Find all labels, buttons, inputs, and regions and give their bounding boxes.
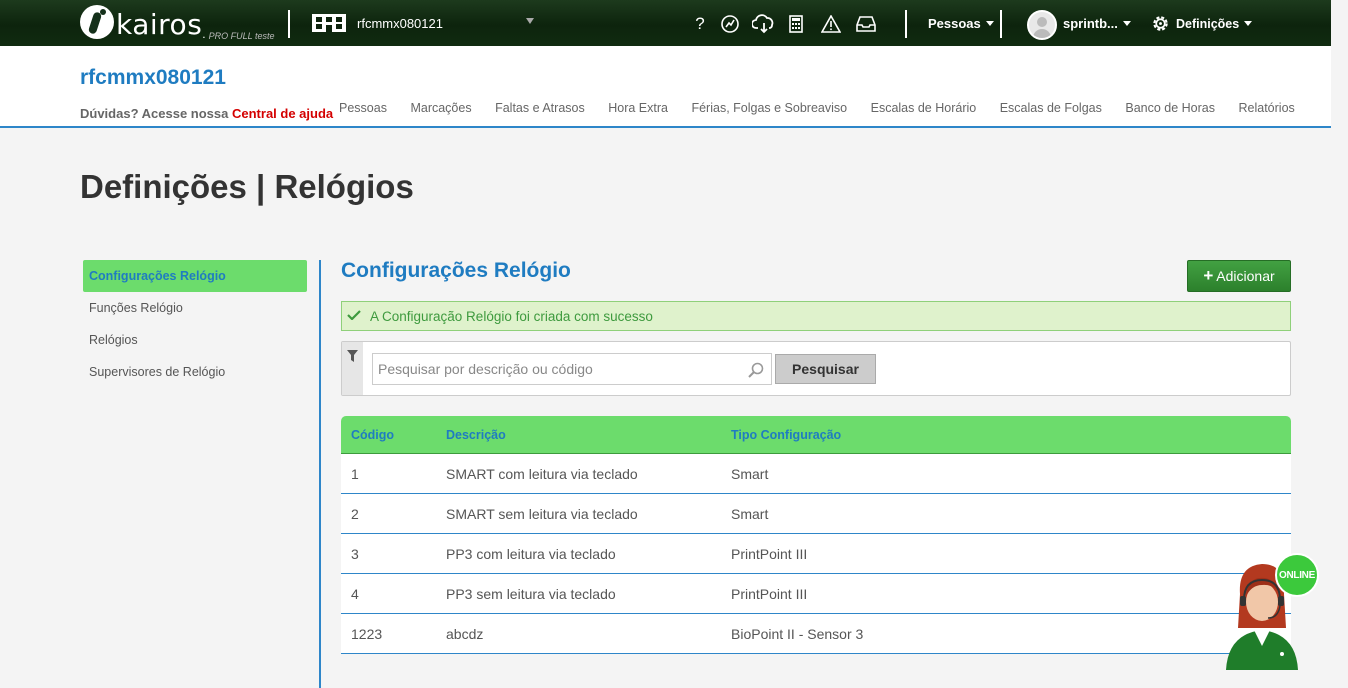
help-center-link[interactable]: Central de ajuda (232, 106, 333, 121)
page-title: Definições | Relógios (80, 168, 414, 205)
nav-item-escalas-horario[interactable]: Escalas de Horário (871, 101, 977, 115)
cloud-download-icon[interactable] (752, 14, 776, 34)
tenant-name: rfcmmx080121 (80, 66, 226, 89)
logo-text: kairos (116, 8, 203, 41)
cell-codigo: 1223 (351, 625, 383, 642)
config-table: Código Descrição Tipo Configuração 1 SMA… (341, 416, 1291, 654)
online-badge[interactable]: ONLINE (1275, 553, 1319, 597)
check-icon (347, 310, 361, 320)
sidebar-item-supervisores-relogio[interactable]: Supervisores de Relógio (83, 356, 307, 388)
gear-icon (1153, 16, 1168, 31)
cell-descricao: PP3 sem leitura via teclado (446, 585, 616, 602)
pessoas-menu[interactable]: Pessoas (928, 16, 994, 31)
cell-codigo: 4 (351, 585, 359, 602)
table-row[interactable]: 2 SMART sem leitura via teclado Smart (341, 494, 1291, 534)
cell-descricao: PP3 com leitura via teclado (446, 545, 616, 562)
help-icon[interactable]: ? (690, 14, 710, 34)
logo-dot: . (202, 27, 206, 41)
logo-subtitle: PRO FULL teste (208, 31, 275, 41)
page-header: rfcmmx080121 Dúvidas? Acesse nossa Centr… (0, 46, 1331, 128)
main-nav: Pessoas Marcações Faltas e Atrasos Hora … (339, 101, 1318, 115)
inbox-icon[interactable] (856, 14, 876, 34)
filter-icon (347, 350, 358, 362)
table-row[interactable]: 1 SMART com leitura via teclado Smart (341, 454, 1291, 494)
nav-item-hora-extra[interactable]: Hora Extra (608, 101, 668, 115)
warning-icon[interactable] (821, 14, 841, 34)
help-text: Dúvidas? Acesse nossa Central de ajuda (80, 106, 333, 121)
chevron-down-icon (1244, 21, 1253, 26)
nav-item-ferias[interactable]: Férias, Folgas e Sobreaviso (691, 101, 847, 115)
cell-tipo: Smart (731, 465, 769, 482)
divider (288, 10, 290, 38)
nav-item-relatorios[interactable]: Relatórios (1239, 101, 1295, 115)
chevron-down-icon[interactable] (526, 18, 534, 24)
cell-descricao: SMART com leitura via teclado (446, 465, 638, 482)
add-button[interactable]: + Adicionar (1187, 260, 1291, 292)
logo-mark-icon (80, 5, 114, 39)
pessoas-menu-label: Pessoas (928, 16, 981, 31)
cell-codigo: 3 (351, 545, 359, 562)
definicoes-menu[interactable]: Definições (1151, 14, 1253, 33)
cell-tipo: PrintPoint III (731, 585, 808, 602)
filter-toggle[interactable] (342, 342, 363, 395)
cell-tipo: BioPoint II - Sensor 3 (731, 625, 864, 642)
section-title: Configurações Relógio (341, 259, 571, 282)
add-button-label: Adicionar (1216, 268, 1275, 284)
sidebar-item-relogios[interactable]: Relógios (83, 324, 307, 356)
nav-item-faltas-atrasos[interactable]: Faltas e Atrasos (495, 101, 585, 115)
nav-item-pessoas[interactable]: Pessoas (339, 101, 387, 115)
kairos-logo[interactable]: kairos . PRO FULL teste (80, 5, 275, 41)
divider (1000, 10, 1002, 38)
search-button[interactable]: Pesquisar (775, 354, 876, 384)
cell-tipo: PrintPoint III (731, 545, 808, 562)
search-input[interactable] (372, 353, 772, 385)
help-prefix: Dúvidas? Acesse nossa (80, 106, 229, 121)
table-row[interactable]: 4 PP3 sem leitura via teclado PrintPoint… (341, 574, 1291, 614)
support-icon[interactable] (720, 14, 740, 34)
scrollbar[interactable] (1331, 0, 1348, 688)
chevron-down-icon (985, 21, 994, 26)
cell-descricao: abcdz (446, 625, 484, 642)
sidebar-divider (319, 260, 321, 688)
column-header-codigo[interactable]: Código (341, 428, 446, 442)
nav-item-escalas-folgas[interactable]: Escalas de Folgas (1000, 101, 1102, 115)
calculator-icon[interactable] (786, 14, 806, 34)
avatar[interactable] (1027, 10, 1057, 40)
plus-icon: + (1203, 266, 1214, 285)
alert-message: A Configuração Relógio foi criada com su… (370, 308, 653, 324)
cell-codigo: 2 (351, 505, 359, 522)
divider (905, 10, 907, 38)
user-menu[interactable]: sprintb... (1063, 16, 1131, 31)
sidebar-item-funcoes-relogio[interactable]: Funções Relógio (83, 292, 307, 324)
cell-descricao: SMART sem leitura via teclado (446, 505, 638, 522)
chevron-down-icon (1122, 21, 1131, 26)
search-panel: Pesquisar (341, 341, 1291, 396)
column-header-tipo[interactable]: Tipo Configuração (731, 428, 1291, 442)
top-bar: kairos . PRO FULL teste rfcmmx080121 ? P… (0, 0, 1331, 46)
search-icon[interactable] (747, 361, 765, 379)
table-row[interactable]: 1223 abcdz BioPoint II - Sensor 3 (341, 614, 1291, 654)
cell-codigo: 1 (351, 465, 359, 482)
success-alert: A Configuração Relógio foi criada com su… (341, 301, 1291, 331)
building-icon (312, 14, 346, 32)
column-header-descricao[interactable]: Descrição (446, 428, 731, 442)
nav-item-marcacoes[interactable]: Marcações (410, 101, 471, 115)
definicoes-menu-label: Definições (1176, 16, 1240, 31)
company-name: rfcmmx080121 (357, 15, 443, 31)
user-name: sprintb... (1063, 16, 1118, 31)
company-selector[interactable]: rfcmmx080121 (312, 14, 443, 32)
table-row[interactable]: 3 PP3 com leitura via teclado PrintPoint… (341, 534, 1291, 574)
sidebar: Configurações Relógio Funções Relógio Re… (83, 260, 307, 388)
sidebar-item-configuracoes-relogio[interactable]: Configurações Relógio (83, 260, 307, 292)
nav-item-banco-horas[interactable]: Banco de Horas (1125, 101, 1215, 115)
cell-tipo: Smart (731, 505, 769, 522)
table-header: Código Descrição Tipo Configuração (341, 416, 1291, 454)
